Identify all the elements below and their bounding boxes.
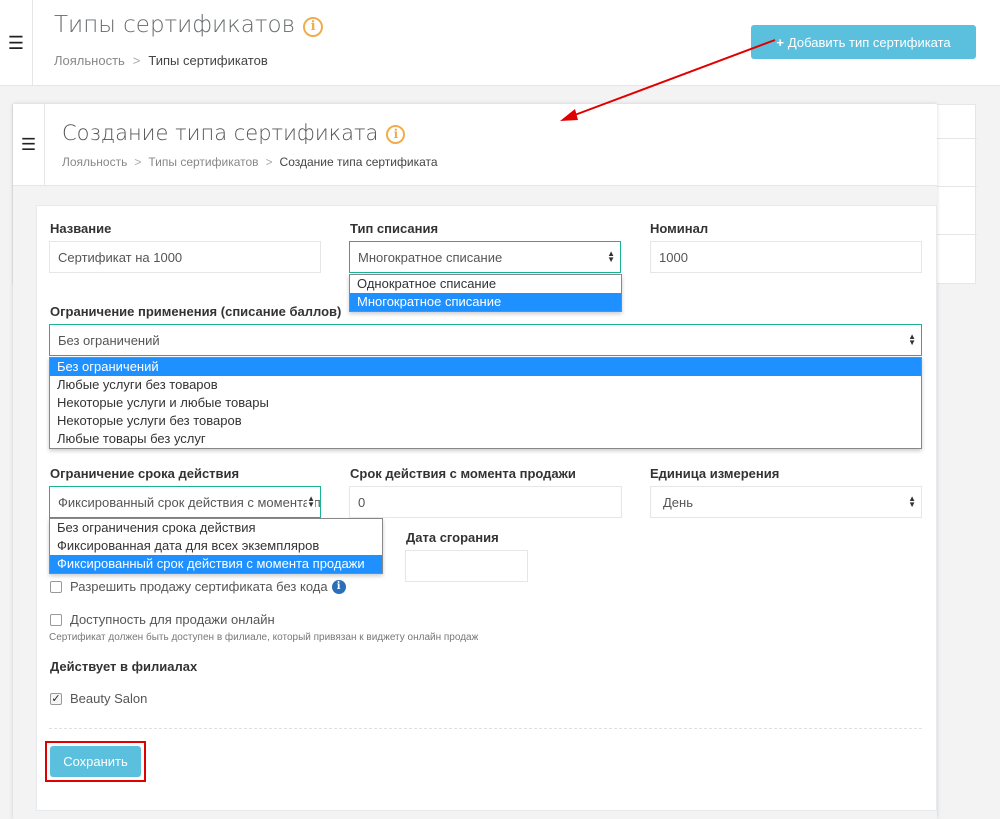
term-limit-option[interactable]: Фиксированная дата для всех экземпляров [50, 537, 382, 555]
add-certificate-type-button[interactable]: + Добавить тип сертификата [751, 25, 976, 59]
name-value: Сертификат на 1000 [58, 249, 183, 265]
branch-checkbox-row[interactable]: ✓ Beauty Salon [50, 691, 147, 706]
allow-without-code-checkbox[interactable] [50, 580, 62, 593]
select-arrows-icon: ▲ ▼ [307, 494, 315, 509]
restriction-label: Ограничение применения (списание баллов) [50, 304, 342, 319]
breadcrumb: Лояльность > Типы сертификатов [54, 53, 268, 68]
term-limit-option-selected[interactable]: Фиксированный срок действия с момента пр… [50, 555, 382, 573]
term-limit-label: Ограничение срока действия [50, 466, 240, 481]
term-limit-dropdown: Без ограничения срока действия Фиксирова… [49, 518, 383, 574]
name-input[interactable]: Сертификат на 1000 [49, 241, 321, 273]
restriction-option-selected[interactable]: Без ограничений [50, 358, 921, 376]
breadcrumb-current: Создание типа сертификата [279, 155, 438, 169]
online-hint: Сертификат должен быть доступен в филиал… [49, 632, 479, 643]
restriction-value: Без ограничений [58, 332, 160, 348]
burn-date-input[interactable] [405, 550, 528, 582]
writeoff-label: Тип списания [350, 221, 439, 236]
breadcrumb-link-loyalty[interactable]: Лояльность [54, 53, 125, 68]
panel-header: ☰ Создание типа сертификата i Лояльность >… [13, 104, 937, 186]
restriction-option[interactable]: Любые товары без услуг [50, 430, 921, 448]
restriction-dropdown: Без ограничений Любые услуги без товаров… [49, 357, 922, 449]
panel-menu-icon[interactable]: ☰ [13, 104, 45, 186]
online-checkbox[interactable] [50, 613, 62, 626]
breadcrumb-separator: > [134, 155, 142, 169]
writeoff-dropdown: Однократное списание Многократное списан… [349, 274, 622, 312]
nominal-value: 1000 [659, 249, 688, 265]
select-arrows-icon: ▲ ▼ [908, 332, 916, 347]
unit-value: День [663, 494, 693, 510]
nominal-label: Номинал [650, 221, 709, 236]
writeoff-value: Многократное списание [358, 249, 503, 265]
panel-title: Создание типа сертификата i [62, 121, 406, 145]
restriction-select[interactable]: Без ограничений ▲ ▼ [49, 324, 922, 356]
breadcrumb-link-types[interactable]: Типы сертификатов [148, 155, 258, 169]
term-limit-option[interactable]: Без ограничения срока действия [50, 519, 382, 537]
restriction-option[interactable]: Некоторые услуги без товаров [50, 412, 921, 430]
branch-label: Beauty Salon [70, 691, 148, 706]
breadcrumb-separator: > [265, 155, 273, 169]
select-arrows-icon: ▲ ▼ [607, 249, 615, 264]
branches-label: Действует в филиалах [50, 659, 198, 674]
writeoff-select[interactable]: Многократное списание ▲ ▼ [349, 241, 621, 273]
divider [49, 728, 922, 729]
name-label: Название [50, 221, 112, 236]
info-icon[interactable]: i [331, 579, 346, 594]
unit-label: Единица измерения [650, 466, 780, 481]
term-limit-value: Фиксированный срок действия с момента пр… [58, 494, 321, 510]
plus-icon: + [776, 34, 784, 50]
allow-without-code-label: Разрешить продажу сертификата без кода [70, 579, 328, 594]
page-title: Типы сертификатов i [54, 12, 324, 38]
create-certificate-type-panel: ☰ Создание типа сертификата i Лояльность >… [13, 104, 937, 819]
writeoff-option-selected[interactable]: Многократное списание [350, 293, 621, 311]
add-button-label: Добавить тип сертификата [787, 34, 951, 50]
breadcrumb-current: Типы сертификатов [148, 53, 268, 68]
unit-select[interactable]: День ▲ ▼ [650, 486, 922, 518]
select-arrows-icon: ▲ ▼ [908, 494, 916, 509]
writeoff-option[interactable]: Однократное списание [350, 275, 621, 293]
online-checkbox-row[interactable]: Доступность для продажи онлайн [50, 612, 275, 627]
breadcrumb-separator: > [132, 53, 141, 68]
save-button[interactable]: Сохранить [50, 746, 141, 777]
page-header: ☰ Типы сертификатов i Лояльность > Типы сер… [0, 0, 1000, 86]
allow-without-code-checkbox-row[interactable]: Разрешить продажу сертификата без кода i [50, 579, 346, 594]
panel-title-text: Создание типа сертификата [62, 121, 379, 145]
panel-breadcrumb: Лояльность > Типы сертификатов > Создание ти… [62, 155, 438, 169]
term-from-sale-value: 0 [358, 494, 366, 510]
breadcrumb-link-loyalty[interactable]: Лояльность [62, 155, 127, 169]
term-from-sale-label: Срок действия с момента продажи [350, 466, 576, 481]
nominal-input[interactable]: 1000 [650, 241, 922, 273]
restriction-option[interactable]: Некоторые услуги и любые товары [50, 394, 921, 412]
branch-checkbox-checked[interactable]: ✓ [50, 692, 62, 705]
online-label: Доступность для продажи онлайн [70, 612, 275, 627]
term-from-sale-input[interactable]: 0 [349, 486, 622, 518]
page-title-text: Типы сертификатов [54, 12, 296, 38]
panel-info-icon[interactable]: i [386, 124, 406, 144]
burn-date-label: Дата сгорания [406, 530, 499, 545]
menu-toggle-icon[interactable]: ☰ [0, 0, 33, 86]
term-limit-select[interactable]: Фиксированный срок действия с момента пр… [49, 486, 321, 518]
info-icon[interactable]: i [303, 16, 324, 37]
restriction-option[interactable]: Любые услуги без товаров [50, 376, 921, 394]
